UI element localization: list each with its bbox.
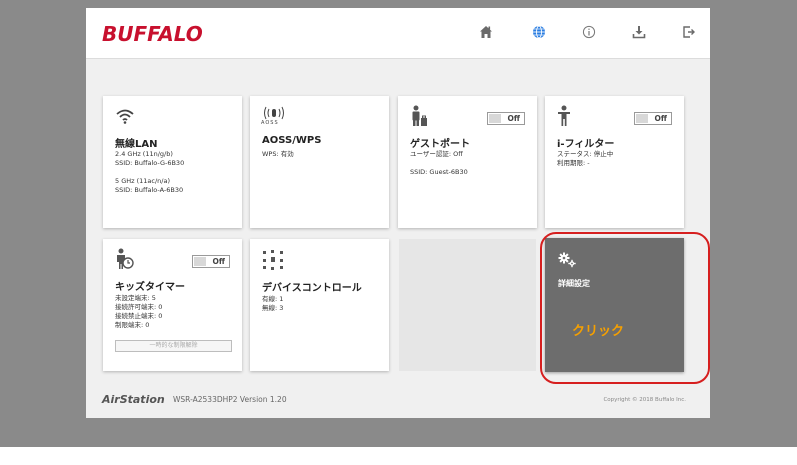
kids-timer-icon <box>115 248 135 274</box>
tile-wireless-lan[interactable]: 無線LAN 2.4 GHz (11n/g/b) SSID: Buffalo-G-… <box>103 96 242 228</box>
wifi-icon <box>115 108 135 128</box>
device-control-icon <box>262 250 284 274</box>
guest-title: ゲストポート <box>410 139 470 150</box>
aoss-icon-label: AOSS <box>261 120 279 126</box>
tile-device-control[interactable]: デバイスコントロール 有線: 1 無線: 3 <box>250 239 389 371</box>
tile-i-filter[interactable]: Off i-フィルター ステータス: 停止中 利用期限: - <box>545 96 684 228</box>
empty-tile-slot <box>399 239 536 371</box>
toggle-label: Off <box>507 114 520 123</box>
aoss-title: AOSS/WPS <box>262 135 322 146</box>
i-filter-toggle[interactable]: Off <box>634 112 672 125</box>
wlan-info: 2.4 GHz (11n/g/b) SSID: Buffalo-G-6B30 5… <box>115 150 185 194</box>
kids-info: 未設定端末: 5 接続許可端末: 0 接続禁止端末: 0 制限端末: 0 <box>115 294 163 329</box>
tile-aoss-wps[interactable]: AOSS AOSS/WPS WPS: 有効 <box>250 96 389 228</box>
header-bar: BUFFALO <box>86 8 710 59</box>
aoss-info: WPS: 有効 <box>262 150 294 158</box>
airstation-logo: AirStation <box>102 393 165 406</box>
logout-icon[interactable] <box>679 22 699 42</box>
buffalo-logo: BUFFALO <box>102 22 203 46</box>
toggle-knob <box>194 257 206 266</box>
person-icon <box>557 105 571 131</box>
download-icon[interactable] <box>629 22 649 42</box>
device-info: 有線: 1 無線: 3 <box>262 295 284 312</box>
highlight-circle <box>540 232 710 384</box>
kids-timer-toggle[interactable]: Off <box>192 255 230 268</box>
toggle-knob <box>489 114 501 123</box>
temporary-unlock-button[interactable]: 一時的な制限解除 <box>115 340 232 352</box>
ifilter-info: ステータス: 停止中 利用期限: - <box>557 150 614 167</box>
toggle-knob <box>636 114 648 123</box>
toggle-label: Off <box>212 257 225 266</box>
tile-guest-port[interactable]: Off ゲストポート ユーザー認証: Off SSID: Guest-6B30 <box>398 96 537 228</box>
footer: AirStation WSR-A2533DHP2 Version 1.20 Co… <box>86 380 710 418</box>
home-icon[interactable] <box>476 22 496 42</box>
ifilter-title: i-フィルター <box>557 139 615 150</box>
guest-person-icon <box>410 105 428 131</box>
globe-icon[interactable] <box>529 22 549 42</box>
guest-info: ユーザー認証: Off SSID: Guest-6B30 <box>410 150 468 176</box>
copyright: Copyright © 2018 Buffalo Inc. <box>603 397 686 403</box>
kids-title: キッズタイマー <box>115 282 185 293</box>
info-icon[interactable] <box>579 22 599 42</box>
guest-port-toggle[interactable]: Off <box>487 112 525 125</box>
device-title: デバイスコントロール <box>262 283 362 294</box>
toggle-label: Off <box>654 114 667 123</box>
model-version: WSR-A2533DHP2 Version 1.20 <box>173 395 287 404</box>
wlan-title: 無線LAN <box>115 139 158 150</box>
tile-kids-timer[interactable]: Off キッズタイマー 未設定端末: 5 接続許可端末: 0 接続禁止端末: 0… <box>103 239 242 371</box>
